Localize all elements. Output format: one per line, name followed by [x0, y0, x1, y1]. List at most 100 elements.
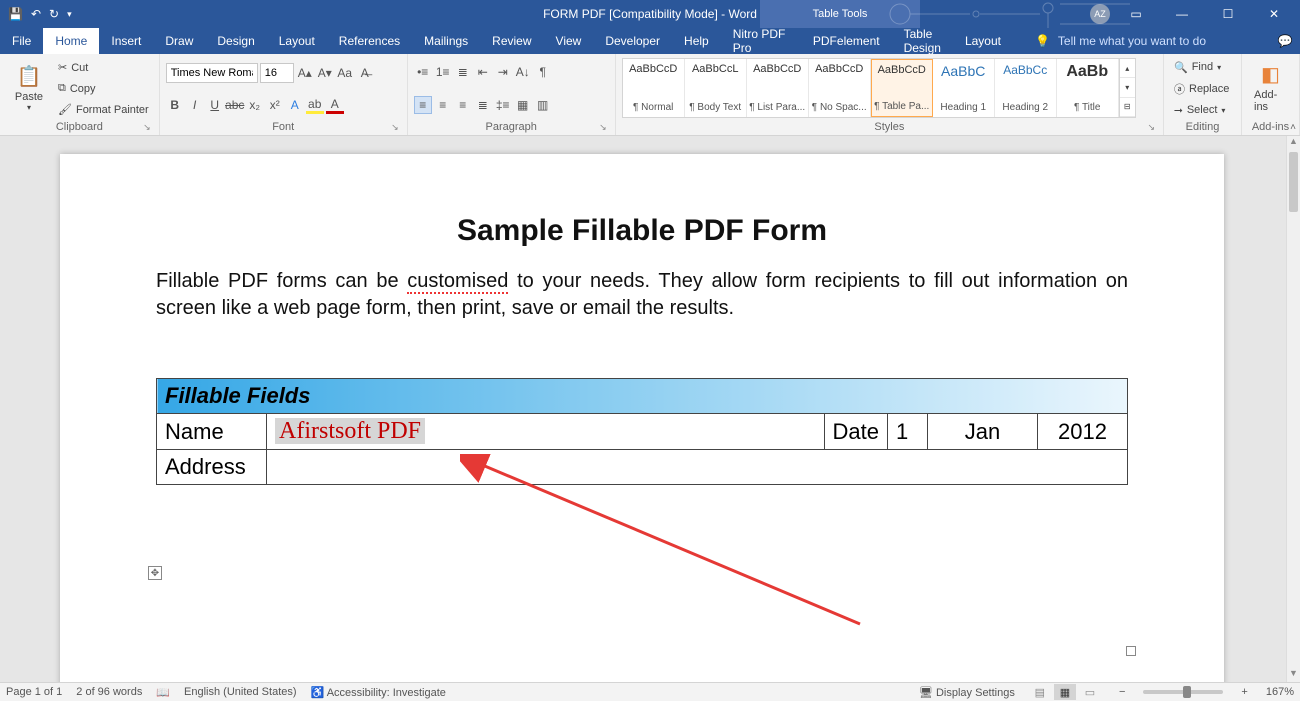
copy-button[interactable]: ⧉Copy: [54, 80, 153, 97]
name-label[interactable]: Name: [157, 414, 267, 450]
cut-button[interactable]: ✂Cut: [54, 59, 153, 76]
save-icon[interactable]: 💾: [8, 7, 23, 21]
paste-button[interactable]: 📋 Paste ▾: [6, 56, 52, 119]
table-section-header[interactable]: Fillable Fields: [157, 379, 1128, 414]
tab-insert[interactable]: Insert: [99, 28, 153, 54]
text-effects-button[interactable]: A: [286, 96, 304, 114]
tab-file[interactable]: File: [0, 28, 43, 54]
style-list-paragraph[interactable]: AaBbCcD¶ List Para...: [747, 59, 809, 117]
find-button[interactable]: 🔍Find▾: [1170, 59, 1235, 76]
tab-review[interactable]: Review: [480, 28, 543, 54]
gallery-up-icon[interactable]: ▴: [1120, 59, 1135, 78]
scrollbar-thumb[interactable]: [1289, 152, 1298, 212]
zoom-in-button[interactable]: +: [1237, 686, 1251, 698]
style-normal[interactable]: AaBbCcD¶ Normal: [623, 59, 685, 117]
tab-table-layout[interactable]: Layout: [953, 28, 1013, 54]
date-day[interactable]: 1: [888, 414, 928, 450]
align-right-button[interactable]: ≡: [454, 96, 472, 114]
shading-button[interactable]: ▦: [514, 96, 532, 114]
qat-customize-icon[interactable]: ▾: [67, 9, 72, 20]
align-left-button[interactable]: ≡: [414, 96, 432, 114]
style-title[interactable]: AaBb¶ Title: [1057, 59, 1119, 117]
style-body-text[interactable]: AaBbCcL¶ Body Text: [685, 59, 747, 117]
scroll-up-icon[interactable]: ▲: [1287, 136, 1300, 150]
styles-launcher[interactable]: ↘: [1147, 119, 1155, 135]
tab-layout[interactable]: Layout: [267, 28, 327, 54]
style-no-spacing[interactable]: AaBbCcD¶ No Spac...: [809, 59, 871, 117]
document-title[interactable]: Sample Fillable PDF Form: [156, 214, 1128, 248]
tab-developer[interactable]: Developer: [593, 28, 672, 54]
page-indicator[interactable]: Page 1 of 1: [6, 686, 62, 698]
page[interactable]: Sample Fillable PDF Form Fillable PDF fo…: [60, 154, 1224, 682]
document-paragraph[interactable]: Fillable PDF forms can be customised to …: [156, 268, 1128, 322]
clipboard-launcher[interactable]: ↘: [143, 119, 151, 135]
underline-button[interactable]: U: [206, 96, 224, 114]
spellcheck-status-icon[interactable]: 📖: [156, 686, 170, 699]
zoom-level[interactable]: 167%: [1266, 686, 1294, 698]
align-center-button[interactable]: ≡: [434, 96, 452, 114]
grow-font-icon[interactable]: A▴: [296, 64, 314, 82]
minimize-button[interactable]: —: [1162, 0, 1202, 28]
date-year[interactable]: 2012: [1038, 414, 1128, 450]
superscript-button[interactable]: x²: [266, 96, 284, 114]
tell-me-input[interactable]: [1058, 34, 1258, 48]
address-value-cell[interactable]: [267, 450, 1128, 485]
gallery-more-icon[interactable]: ⊟: [1120, 98, 1135, 117]
maximize-button[interactable]: ☐: [1208, 0, 1248, 28]
multilevel-list-button[interactable]: ≣: [454, 63, 472, 81]
addins-button[interactable]: ◧ Add-ins: [1248, 56, 1293, 119]
close-button[interactable]: ✕: [1254, 0, 1294, 28]
format-painter-button[interactable]: 🖌Format Painter: [54, 101, 153, 118]
subscript-button[interactable]: x₂: [246, 96, 264, 114]
undo-icon[interactable]: ↶: [31, 7, 41, 21]
display-settings[interactable]: 🖥 Display Settings: [919, 686, 1015, 699]
replace-button[interactable]: ⓐReplace: [1170, 79, 1235, 99]
accessibility-indicator[interactable]: ♿ Accessibility: Investigate: [311, 686, 446, 699]
address-label[interactable]: Address: [157, 450, 267, 485]
document-area[interactable]: Sample Fillable PDF Form Fillable PDF fo…: [0, 136, 1286, 682]
scroll-down-icon[interactable]: ▼: [1287, 668, 1300, 682]
zoom-out-button[interactable]: −: [1115, 686, 1129, 698]
justify-button[interactable]: ≣: [474, 96, 492, 114]
tab-help[interactable]: Help: [672, 28, 721, 54]
style-heading-1[interactable]: AaBbCHeading 1: [933, 59, 995, 117]
bullets-button[interactable]: •≡: [414, 63, 432, 81]
web-layout-icon[interactable]: ▭: [1079, 684, 1101, 700]
font-launcher[interactable]: ↘: [391, 119, 399, 135]
numbering-button[interactable]: 1≡: [434, 63, 452, 81]
comments-icon[interactable]: 💬: [1270, 28, 1300, 54]
tab-pdfelement[interactable]: PDFelement: [801, 28, 892, 54]
vertical-scrollbar[interactable]: ▲ ▼: [1286, 136, 1300, 682]
table-move-handle[interactable]: ✥: [148, 566, 162, 580]
tell-me-search[interactable]: 💡: [1023, 28, 1270, 54]
print-layout-icon[interactable]: ▦: [1054, 684, 1076, 700]
gallery-down-icon[interactable]: ▾: [1120, 78, 1135, 97]
italic-button[interactable]: I: [186, 96, 204, 114]
zoom-slider[interactable]: [1143, 690, 1223, 694]
date-label[interactable]: Date: [824, 414, 887, 450]
bold-button[interactable]: B: [166, 96, 184, 114]
zoom-thumb[interactable]: [1183, 686, 1191, 698]
tab-home[interactable]: Home: [43, 28, 99, 54]
strikethrough-button[interactable]: abc: [226, 96, 244, 114]
spellcheck-underline[interactable]: customised: [407, 270, 508, 294]
style-heading-2[interactable]: AaBbCcHeading 2: [995, 59, 1057, 117]
table-resize-handle[interactable]: [1126, 646, 1136, 656]
shrink-font-icon[interactable]: A▾: [316, 64, 334, 82]
decrease-indent-button[interactable]: ⇤: [474, 63, 492, 81]
highlight-button[interactable]: ab: [306, 96, 324, 114]
collapse-ribbon-icon[interactable]: ˄: [1290, 122, 1296, 133]
language-indicator[interactable]: English (United States): [184, 686, 297, 698]
tab-mailings[interactable]: Mailings: [412, 28, 480, 54]
read-mode-icon[interactable]: ▤: [1029, 684, 1051, 700]
clear-formatting-icon[interactable]: A̶: [356, 64, 374, 82]
date-month[interactable]: Jan: [928, 414, 1038, 450]
line-spacing-button[interactable]: ‡≡: [494, 96, 512, 114]
sort-button[interactable]: A↓: [514, 63, 532, 81]
styles-gallery[interactable]: AaBbCcD¶ Normal AaBbCcL¶ Body Text AaBbC…: [622, 58, 1136, 118]
name-value-cell[interactable]: Afirstsoft PDF: [267, 414, 825, 450]
font-color-button[interactable]: A: [326, 96, 344, 114]
borders-button[interactable]: ▥: [534, 96, 552, 114]
font-name-input[interactable]: [166, 63, 258, 83]
change-case-icon[interactable]: Aa: [336, 64, 354, 82]
